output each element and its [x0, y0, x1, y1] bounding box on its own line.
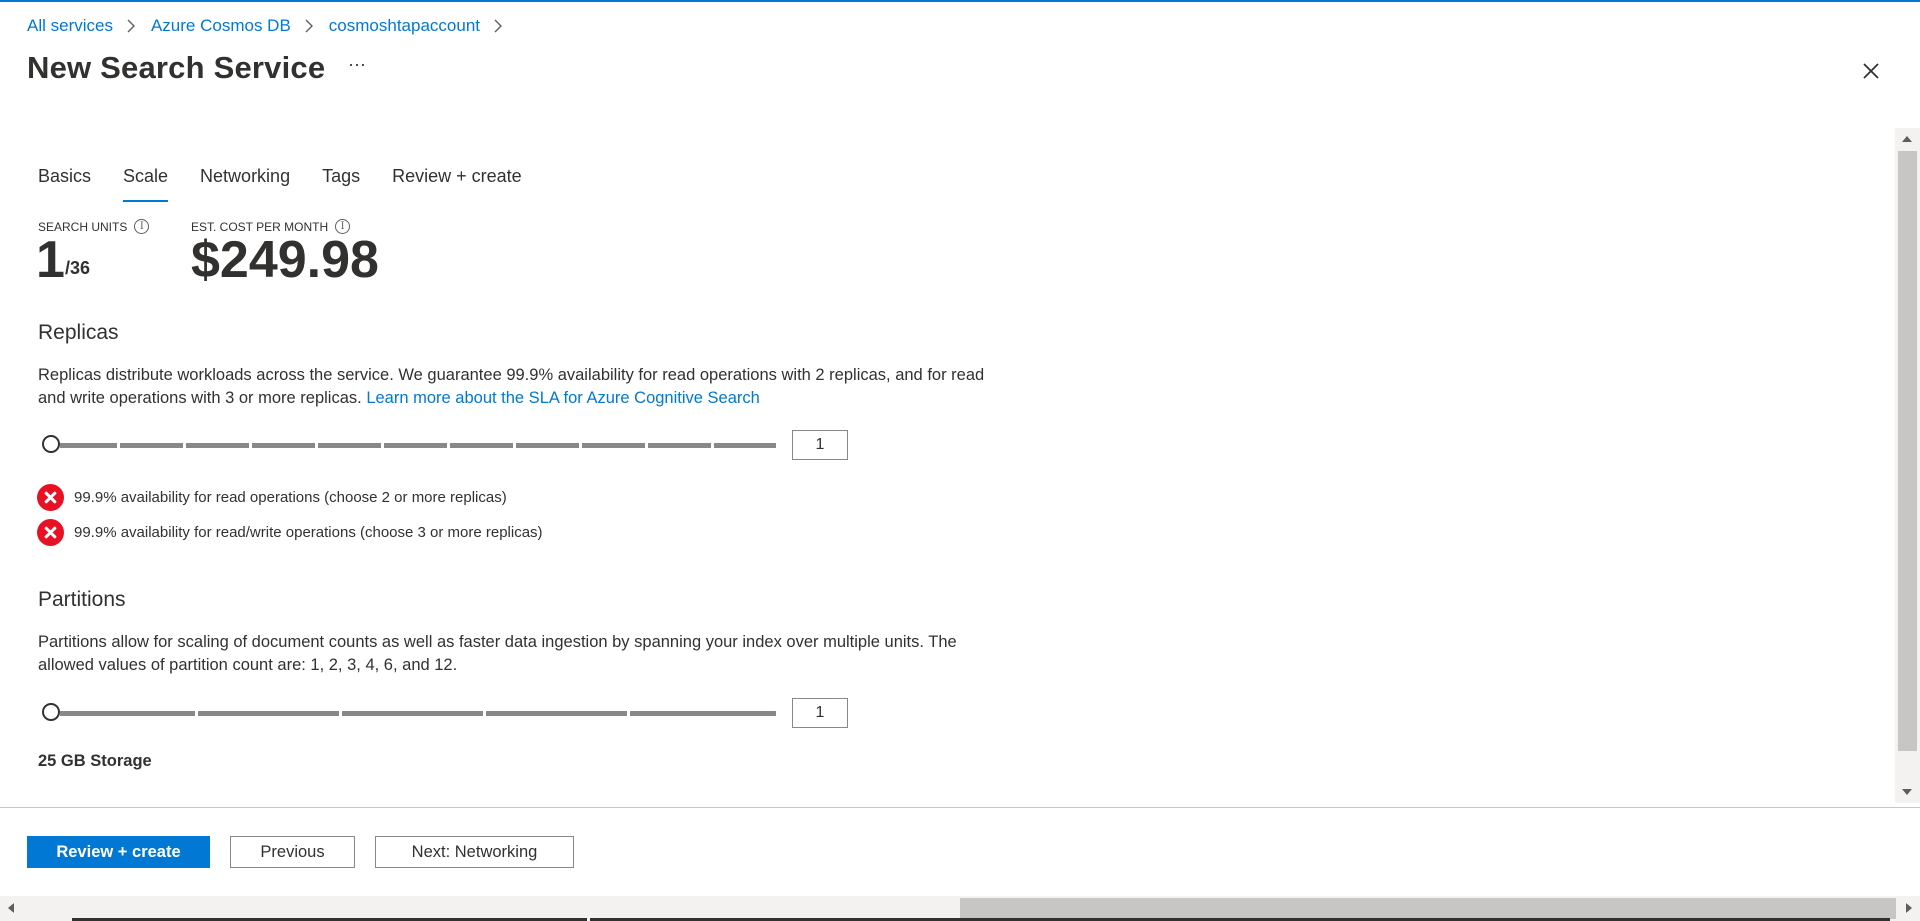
info-icon[interactable]: i	[134, 219, 150, 234]
slider-track-segment	[714, 443, 776, 448]
status-text: 99.9% availability for read operations (…	[74, 489, 507, 506]
slider-track-segment	[60, 711, 195, 716]
slider-track-segment	[318, 443, 381, 448]
search-units-value: 1	[36, 231, 65, 289]
vertical-scrollbar[interactable]	[1895, 128, 1920, 803]
previous-button[interactable]: Previous	[230, 836, 355, 868]
replicas-slider[interactable]	[42, 435, 776, 455]
replicas-status-read: 99.9% availability for read operations (…	[37, 484, 507, 511]
scroll-left-arrow-icon[interactable]	[8, 903, 14, 913]
tab-scale[interactable]: Scale	[123, 166, 169, 202]
storage-amount: 25 GB Storage	[38, 752, 152, 770]
slider-track-segment	[486, 711, 627, 716]
next-networking-button[interactable]: Next: Networking	[375, 836, 574, 868]
tab-basics[interactable]: Basics	[38, 166, 91, 202]
status-text: 99.9% availability for read/write operat…	[74, 524, 543, 541]
scroll-right-arrow-icon[interactable]	[1906, 903, 1912, 913]
chevron-right-icon	[305, 19, 313, 33]
review-create-button[interactable]: Review + create	[27, 836, 210, 868]
partitions-heading: Partitions	[38, 588, 126, 611]
slider-track-segment	[384, 443, 447, 448]
slider-track-segment	[120, 443, 183, 448]
page-title: New Search Service	[27, 50, 326, 85]
scroll-up-arrow-icon[interactable]	[1902, 136, 1912, 142]
chevron-right-icon	[494, 19, 502, 33]
horizontal-scroll-thumb[interactable]	[960, 898, 1896, 919]
slider-track-segment	[60, 443, 117, 448]
wizard-tabs: Basics Scale Networking Tags Review + cr…	[38, 166, 554, 202]
slider-track-segment	[630, 711, 776, 716]
error-icon	[37, 519, 64, 546]
replicas-status-readwrite: 99.9% availability for read/write operat…	[37, 519, 543, 546]
tab-networking[interactable]: Networking	[200, 166, 290, 202]
breadcrumb-azure-cosmos-db[interactable]: Azure Cosmos DB	[151, 16, 291, 36]
breadcrumb-cosmos-account[interactable]: cosmoshtapaccount	[329, 16, 480, 36]
sla-learn-more-link[interactable]: Learn more about the SLA for Azure Cogni…	[366, 389, 760, 407]
slider-track-segment	[582, 443, 645, 448]
chevron-right-icon	[127, 19, 135, 33]
breadcrumb-all-services[interactable]: All services	[27, 16, 113, 36]
breadcrumb: All services Azure Cosmos DB cosmoshtapa…	[27, 15, 518, 37]
slider-thumb[interactable]	[42, 703, 60, 721]
slider-track-segment	[648, 443, 711, 448]
partitions-slider[interactable]	[42, 703, 776, 723]
estimated-cost-value: $249.98	[191, 231, 379, 289]
footer-divider	[0, 807, 1920, 808]
slider-track-segment	[252, 443, 315, 448]
partitions-description: Partitions allow for scaling of document…	[38, 633, 957, 674]
replicas-heading: Replicas	[38, 321, 119, 344]
partitions-count-input[interactable]: 1	[792, 698, 848, 728]
slider-track-segment	[516, 443, 579, 448]
close-icon[interactable]	[1856, 56, 1886, 86]
slider-track-segment	[186, 443, 249, 448]
slider-track-segment	[198, 711, 339, 716]
scroll-down-arrow-icon[interactable]	[1902, 789, 1912, 795]
slider-track-segment	[450, 443, 513, 448]
slider-track-segment	[342, 711, 483, 716]
top-accent-bar	[0, 0, 1920, 2]
replicas-description: Replicas distribute workloads across the…	[38, 364, 1008, 410]
more-options-button[interactable]: ···	[345, 55, 369, 80]
replicas-count-input[interactable]: 1	[792, 430, 848, 460]
vertical-scroll-thumb[interactable]	[1898, 151, 1917, 751]
tab-tags[interactable]: Tags	[322, 166, 360, 202]
slider-thumb[interactable]	[42, 435, 60, 453]
search-units-max: /36	[65, 258, 91, 278]
error-icon	[37, 484, 64, 511]
tab-review-create[interactable]: Review + create	[392, 166, 522, 202]
